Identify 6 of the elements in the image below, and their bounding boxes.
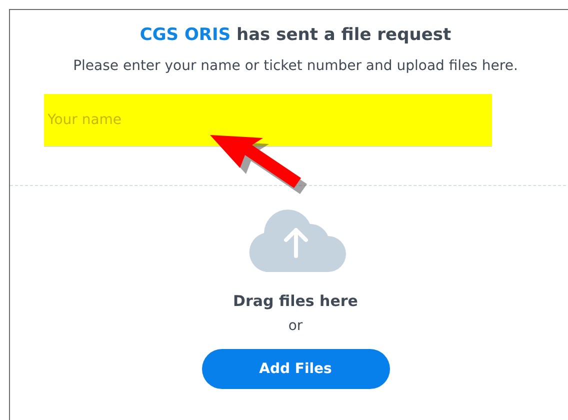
instructions-text: Please enter your name or ticket number and upload files here. xyxy=(73,58,518,74)
drop-zone-label: Drag files here xyxy=(233,292,358,310)
page-title: CGS ORIS has sent a file request xyxy=(140,25,452,45)
separator-text: or xyxy=(288,318,303,334)
add-files-button[interactable]: Add Files xyxy=(202,349,390,389)
name-field[interactable]: Your name xyxy=(44,94,492,147)
